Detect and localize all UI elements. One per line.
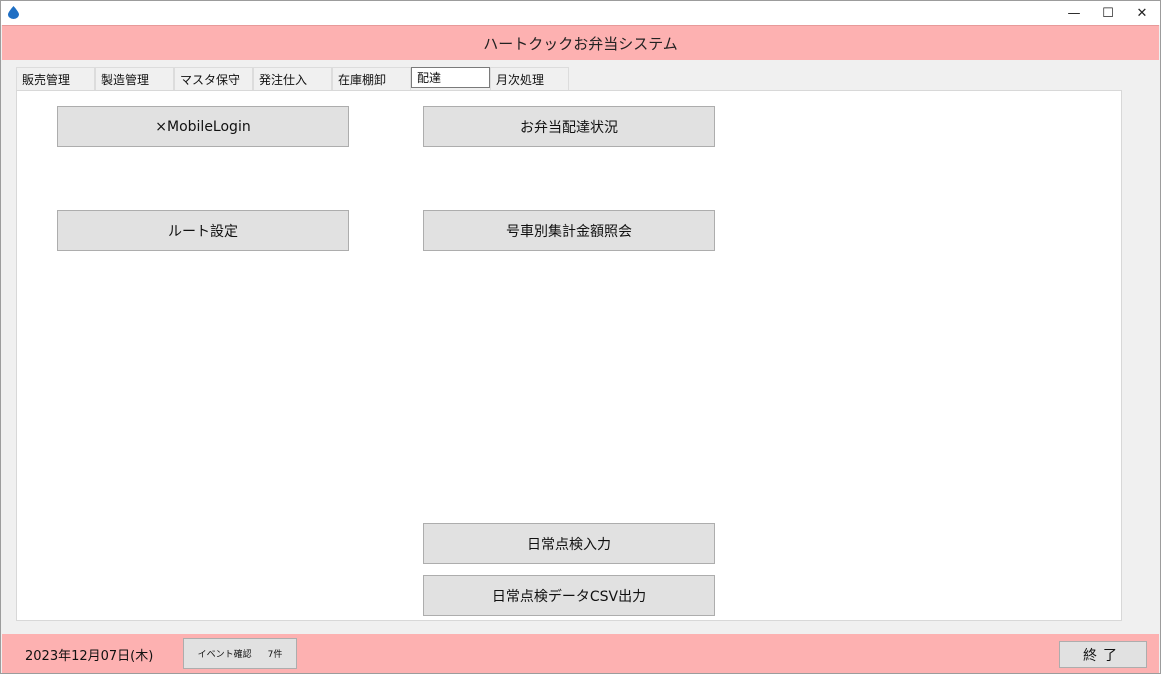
event-check-button[interactable]: イベント確認 7件	[183, 638, 297, 669]
tab-inventory[interactable]: 在庫棚卸	[332, 67, 411, 90]
delivery-status-button[interactable]: お弁当配達状況	[423, 106, 715, 147]
close-icon: ✕	[1136, 5, 1148, 21]
daily-check-csv-button[interactable]: 日常点検データCSV出力	[423, 575, 715, 616]
event-count: 7件	[267, 650, 283, 660]
tab-sales[interactable]: 販売管理	[16, 67, 95, 90]
tab-panel-delivery: ×MobileLogin お弁当配達状況 ルート設定 号車別集計金額照会 日常点…	[16, 90, 1122, 621]
droplet-icon	[8, 6, 19, 19]
route-setting-button[interactable]: ルート設定	[57, 210, 349, 251]
close-button[interactable]: ✕	[1124, 1, 1160, 25]
app-header: ハートクックお弁当システム	[2, 25, 1159, 60]
tab-purchasing[interactable]: 発注仕入	[253, 67, 332, 90]
event-label: イベント確認	[197, 650, 252, 660]
amount-inquiry-button[interactable]: 号車別集計金額照会	[423, 210, 715, 251]
app-title: ハートクックお弁当システム	[483, 34, 678, 53]
minimize-button[interactable]: —	[1056, 1, 1092, 25]
exit-button[interactable]: 終了	[1059, 641, 1147, 668]
maximize-button[interactable]: ☐	[1090, 1, 1126, 25]
tab-delivery[interactable]: 配達	[411, 67, 490, 88]
tab-production[interactable]: 製造管理	[95, 67, 174, 90]
tab-monthly[interactable]: 月次処理	[490, 67, 569, 90]
mobile-login-button[interactable]: ×MobileLogin	[57, 106, 349, 147]
tab-master[interactable]: マスタ保守	[174, 67, 253, 90]
window-titlebar: — ☐ ✕	[1, 1, 1160, 25]
status-bar: 2023年12月07日(木) イベント確認 7件 終了	[2, 634, 1159, 673]
minimize-icon: —	[1067, 5, 1081, 21]
maximize-icon: ☐	[1102, 5, 1114, 21]
current-date: 2023年12月07日(木)	[25, 649, 154, 664]
tab-bar: 販売管理 製造管理 マスタ保守 発注仕入 在庫棚卸 配達 月次処理	[16, 67, 569, 90]
daily-check-input-button[interactable]: 日常点検入力	[423, 523, 715, 564]
